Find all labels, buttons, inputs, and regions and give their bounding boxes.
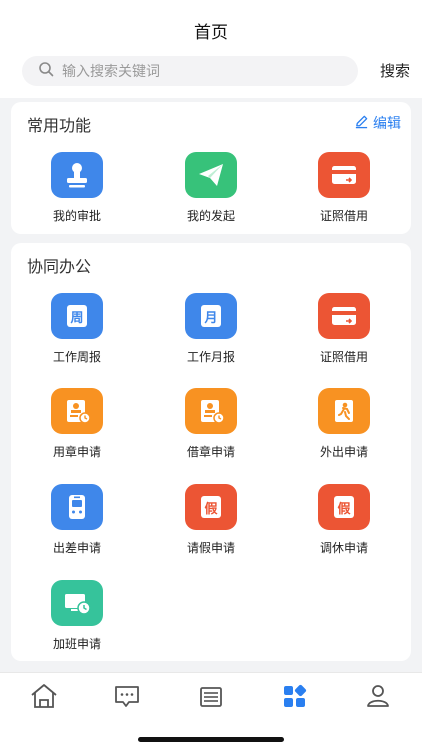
search-placeholder: 输入搜索关键词 xyxy=(62,64,160,80)
tile-label: 请假申请 xyxy=(186,541,235,555)
card-icon xyxy=(318,152,370,198)
list-icon xyxy=(196,682,226,714)
tile-overtime[interactable]: 加班申请 xyxy=(22,580,132,652)
tile-license-borrow-2[interactable]: 证照借用 xyxy=(289,293,399,365)
tile-label: 调休申请 xyxy=(319,541,368,555)
leave-glyph: 假 xyxy=(204,501,218,517)
tile-compensatory-leave[interactable]: 假 调休申请 xyxy=(289,484,399,556)
month-icon: 月 xyxy=(185,293,237,339)
tile-label: 借章申请 xyxy=(186,445,235,459)
tile-license-borrow[interactable]: 证照借用 xyxy=(289,152,399,224)
tile-label: 证照借用 xyxy=(319,209,368,223)
search-icon xyxy=(38,61,62,81)
common-functions-card: 常用功能 编辑 我的审批 我的发起 证照借用 xyxy=(11,102,411,234)
week-icon: 周 xyxy=(51,293,103,339)
card-icon xyxy=(318,293,370,339)
tile-leave[interactable]: 假 请假申请 xyxy=(156,484,266,556)
home-icon xyxy=(29,682,59,714)
tile-stamp-borrow[interactable]: 借章申请 xyxy=(156,388,266,460)
leave-icon: 假 xyxy=(185,484,237,530)
stamp-borrow-icon xyxy=(185,388,237,434)
overtime-icon xyxy=(51,580,103,626)
stamp-apply-icon xyxy=(51,388,103,434)
tab-messages[interactable] xyxy=(107,683,147,713)
rest-glyph: 假 xyxy=(337,501,351,517)
tile-my-approval[interactable]: 我的审批 xyxy=(22,152,132,224)
collaborative-office-card: 协同办公 周 工作周报 月 工作月报 证照借用 用章申请 借章申请 外出申请 出… xyxy=(11,243,411,661)
home-indicator xyxy=(138,737,284,742)
tile-label: 用章申请 xyxy=(52,445,101,459)
tile-label: 我的审批 xyxy=(52,209,101,223)
search-button[interactable]: 搜索 xyxy=(380,60,410,81)
tile-label: 证照借用 xyxy=(319,350,368,364)
tile-label: 工作周报 xyxy=(52,350,101,364)
apps-icon xyxy=(280,682,310,714)
tile-weekly-report[interactable]: 周 工作周报 xyxy=(22,293,132,365)
paper-plane-icon xyxy=(185,152,237,198)
tile-monthly-report[interactable]: 月 工作月报 xyxy=(156,293,266,365)
page-title: 首页 xyxy=(194,23,228,43)
tile-label: 加班申请 xyxy=(52,637,101,651)
stamp-icon xyxy=(51,152,103,198)
month-glyph: 月 xyxy=(203,311,217,326)
top-bar: 首页 输入搜索关键词 搜索 xyxy=(0,0,422,98)
week-glyph: 周 xyxy=(70,311,83,326)
search-input[interactable]: 输入搜索关键词 xyxy=(22,56,358,86)
edit-button[interactable]: 编辑 xyxy=(354,113,401,133)
rest-icon: 假 xyxy=(318,484,370,530)
edit-label: 编辑 xyxy=(373,116,401,132)
user-icon xyxy=(363,682,393,714)
pencil-icon xyxy=(354,114,373,133)
tab-apps[interactable] xyxy=(275,683,315,713)
tab-profile[interactable] xyxy=(358,683,398,713)
tile-label: 我的发起 xyxy=(186,209,235,223)
tile-go-out[interactable]: 外出申请 xyxy=(289,388,399,460)
train-icon xyxy=(51,484,103,530)
collaborative-office-title: 协同办公 xyxy=(27,257,92,276)
tile-stamp-apply[interactable]: 用章申请 xyxy=(22,388,132,460)
tile-my-initiated[interactable]: 我的发起 xyxy=(156,152,266,224)
go-out-icon xyxy=(318,388,370,434)
tile-business-trip[interactable]: 出差申请 xyxy=(22,484,132,556)
tile-label: 出差申请 xyxy=(52,541,101,555)
tab-home[interactable] xyxy=(24,683,64,713)
common-functions-title: 常用功能 xyxy=(27,116,92,135)
message-icon xyxy=(112,682,142,714)
tab-list[interactable] xyxy=(191,683,231,713)
tile-label: 外出申请 xyxy=(319,445,368,459)
tile-label: 工作月报 xyxy=(186,350,235,364)
